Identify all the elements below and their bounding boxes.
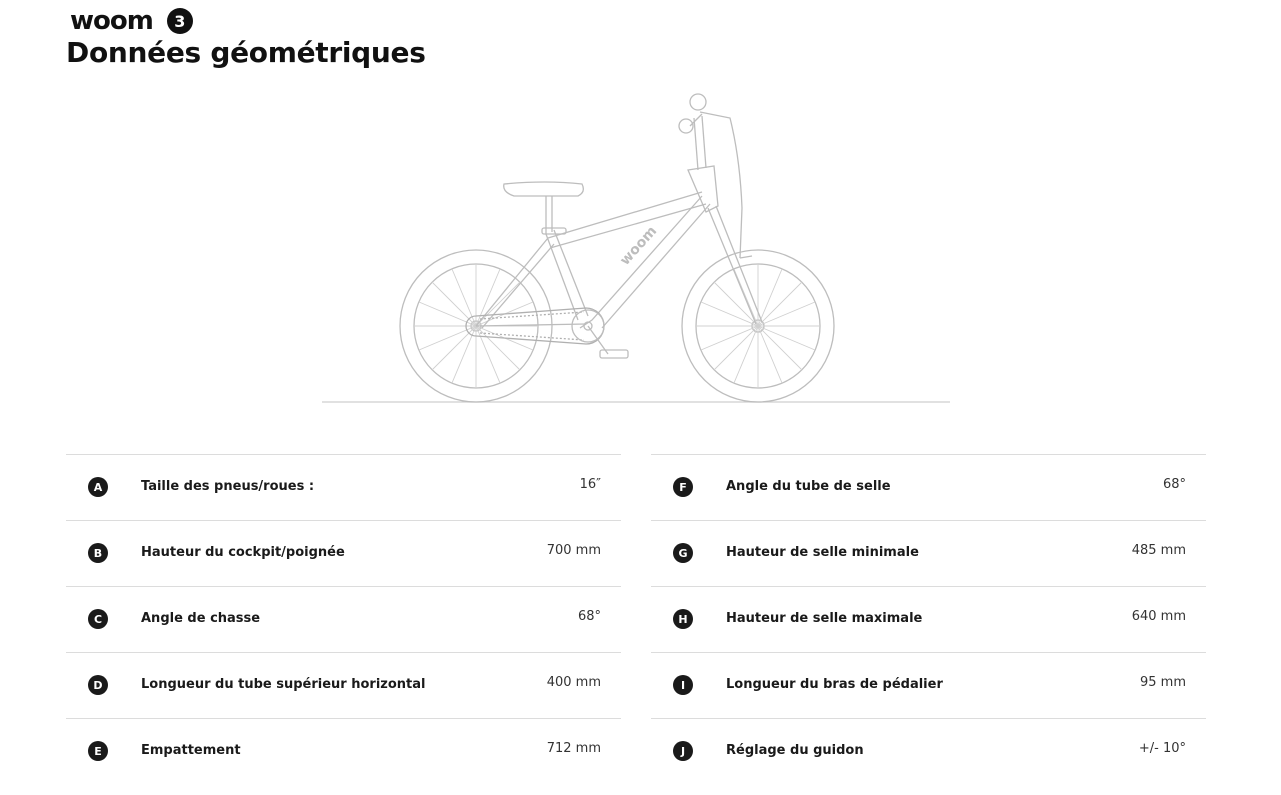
spec-value: 712 mm <box>546 741 601 756</box>
crankset-icon <box>571 309 629 359</box>
letter-badge: B <box>88 543 108 563</box>
front-wheel-icon <box>681 249 835 403</box>
letter-badge: I <box>673 675 693 695</box>
spec-label: Longueur du bras de pédalier <box>726 677 943 692</box>
letter-badge: G <box>673 543 693 563</box>
spec-label: Angle du tube de selle <box>726 479 891 494</box>
spec-label: Taille des pneus/roues : <box>141 479 315 494</box>
bicycle-illustration: woom <box>322 93 950 403</box>
spec-value: +/- 10° <box>1138 741 1186 756</box>
letter-badge: F <box>673 477 693 497</box>
spec-row: E Empattement 712 mm <box>66 718 621 784</box>
fork-icon <box>707 205 763 325</box>
spec-value: 68° <box>1162 477 1186 492</box>
spec-label: Hauteur de selle maximale <box>726 611 923 626</box>
letter-badge: J <box>673 741 693 761</box>
spec-row: B Hauteur du cockpit/poignée 700 mm <box>66 520 621 586</box>
letter-badge: C <box>88 609 108 629</box>
spec-value: 640 mm <box>1131 609 1186 624</box>
spec-row: D Longueur du tube supérieur horizontal … <box>66 652 621 718</box>
saddle-icon <box>503 181 584 235</box>
spec-value: 485 mm <box>1131 543 1186 558</box>
spec-label: Hauteur de selle minimale <box>726 545 919 560</box>
spec-label: Réglage du guidon <box>726 743 864 758</box>
letter-badge: D <box>88 675 108 695</box>
model-number-badge: 3 <box>166 8 193 34</box>
spec-row: H Hauteur de selle maximale 640 mm <box>651 586 1206 652</box>
spec-row: J Réglage du guidon +/- 10° <box>651 718 1206 784</box>
page-title: Données géométriques <box>66 36 426 69</box>
spec-value: 700 mm <box>546 543 601 558</box>
spec-label: Longueur du tube supérieur horizontal <box>141 677 426 692</box>
letter-badge: A <box>88 477 108 497</box>
spec-row: A Taille des pneus/roues : 16″ <box>66 454 621 520</box>
spec-row: I Longueur du bras de pédalier 95 mm <box>651 652 1206 718</box>
spec-value: 400 mm <box>546 675 601 690</box>
spec-value: 95 mm <box>1139 675 1186 690</box>
woom-logo: woom <box>70 6 154 36</box>
spec-value: 68° <box>577 609 601 624</box>
specs-column-right: F Angle du tube de selle 68° G Hauteur d… <box>651 454 1206 784</box>
spec-label: Hauteur du cockpit/poignée <box>141 545 345 560</box>
spec-row: C Angle de chasse 68° <box>66 586 621 652</box>
spec-label: Empattement <box>141 743 241 758</box>
spec-row: F Angle du tube de selle 68° <box>651 454 1206 520</box>
spec-row: G Hauteur de selle minimale 485 mm <box>651 520 1206 586</box>
frame-logo: woom <box>617 223 660 268</box>
spec-value: 16″ <box>579 477 601 492</box>
brand-header: woom 3 <box>70 6 193 36</box>
letter-badge: H <box>673 609 693 629</box>
frame-icon <box>475 165 719 329</box>
handlebar-icon <box>678 93 743 259</box>
letter-badge: E <box>88 741 108 761</box>
spec-label: Angle de chasse <box>141 611 261 626</box>
specs-column-left: A Taille des pneus/roues : 16″ B Hauteur… <box>66 454 621 784</box>
